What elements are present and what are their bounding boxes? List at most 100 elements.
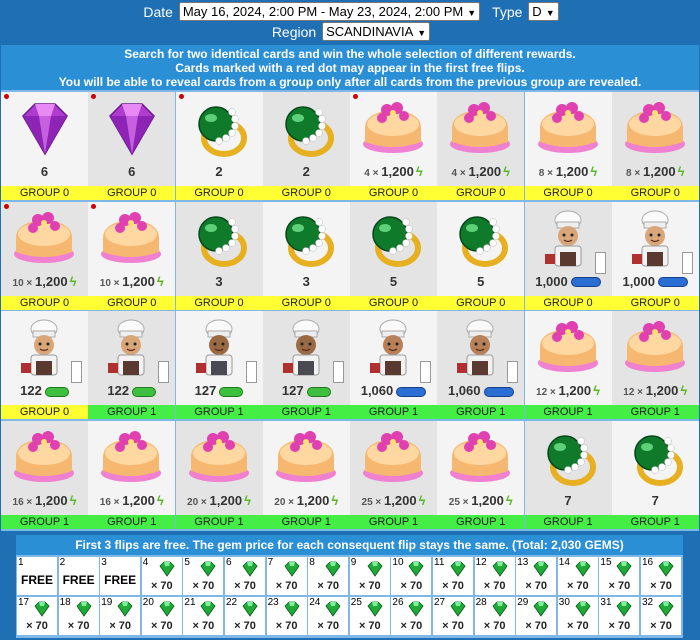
card-group-label: GROUP 1 xyxy=(262,514,350,529)
flip-slot: 30 × 70 xyxy=(557,597,598,635)
flip-cost: × 70 xyxy=(483,580,506,592)
card-multiplier: 20 × xyxy=(187,496,210,508)
flip-cost: × 70 xyxy=(109,620,132,632)
chevron-down-icon: ▼ xyxy=(545,8,555,18)
energy-bolt-icon: ϟ xyxy=(69,273,77,289)
reward-card[interactable]: 1,060 GROUP 1 xyxy=(350,311,437,419)
reward-card[interactable]: 6 GROUP 0 xyxy=(88,92,176,200)
cake-icon xyxy=(273,427,340,487)
green-gem-icon xyxy=(323,601,343,617)
flip-cost: × 70 xyxy=(525,620,548,632)
flip-number: 4 xyxy=(142,557,149,568)
reward-card[interactable]: 10 × 1,200 ϟ GROUP 0 xyxy=(1,201,88,310)
red-dot-marker xyxy=(353,94,358,99)
card-value: 5 xyxy=(477,273,485,289)
reward-card[interactable]: 6 GROUP 0 xyxy=(1,92,88,200)
reward-card[interactable]: 4 × 1,200 ϟ GROUP 0 xyxy=(350,92,437,200)
flip-number: 24 xyxy=(309,597,321,608)
flip-cost: × 70 xyxy=(150,580,173,592)
reward-card[interactable]: 8 × 1,200 ϟ GROUP 0 xyxy=(611,92,699,200)
reward-card[interactable]: 2 GROUP 0 xyxy=(175,92,263,200)
reward-card[interactable]: 122 GROUP 0 xyxy=(1,311,88,419)
reward-card[interactable]: 10 × 1,200 ϟ GROUP 0 xyxy=(88,201,176,310)
reward-card[interactable]: 1,000 GROUP 0 xyxy=(611,201,699,310)
flip-slot: 8 × 70 xyxy=(308,557,349,595)
chef-m-icon xyxy=(447,317,514,377)
card-amount: 7 xyxy=(525,493,612,508)
flip-slot: 27 × 70 xyxy=(433,597,473,635)
chef-icon xyxy=(622,208,689,268)
reward-card[interactable]: 16 × 1,200 ϟ GROUP 1 xyxy=(88,420,176,529)
cake-icon xyxy=(360,427,427,487)
energy-bolt-icon: ϟ xyxy=(156,492,164,508)
cake-icon xyxy=(535,98,602,158)
reward-card[interactable]: 12 × 1,200 ϟ GROUP 1 xyxy=(524,311,612,419)
card-amount: 16 × 1,200 ϟ xyxy=(88,493,175,508)
reward-card[interactable]: 3 GROUP 0 xyxy=(262,201,350,310)
flip-number: 28 xyxy=(475,597,487,608)
reward-card[interactable]: 7 GROUP 1 xyxy=(524,420,612,529)
flip-slot: 25 × 70 xyxy=(349,597,390,635)
reward-card[interactable]: 127 GROUP 1 xyxy=(262,311,350,419)
green-gem-icon xyxy=(448,561,468,577)
card-value: 1,200 xyxy=(643,164,676,179)
card-value: 127 xyxy=(194,383,217,398)
reward-card[interactable]: 20 × 1,200 ϟ GROUP 1 xyxy=(175,420,263,529)
energy-bolt-icon: ϟ xyxy=(590,164,598,179)
card-amount: 8 × 1,200 ϟ xyxy=(525,164,612,179)
card-group-label: GROUP 1 xyxy=(175,405,263,419)
reward-card[interactable]: 122 GROUP 1 xyxy=(88,311,176,419)
reward-card[interactable]: 1,060 GROUP 1 xyxy=(437,311,525,419)
card-amount: 1,060 xyxy=(350,383,437,398)
card-value: 6 xyxy=(128,164,136,179)
reward-card[interactable]: 7 GROUP 1 xyxy=(611,420,699,529)
region-select[interactable]: SCANDINAVIA ▼ xyxy=(322,22,431,41)
flip-cost: × 70 xyxy=(192,620,215,632)
reward-card[interactable]: 16 × 1,200 ϟ GROUP 1 xyxy=(1,420,88,529)
green-pill-icon xyxy=(44,386,69,397)
flip-cost: × 70 xyxy=(483,620,506,632)
flip-slot: 15 × 70 xyxy=(599,557,640,595)
reward-card[interactable]: 127 GROUP 1 xyxy=(175,311,263,419)
green-gem-icon xyxy=(406,561,426,577)
flip-number: 32 xyxy=(642,597,654,608)
flip-slot: 22 × 70 xyxy=(225,597,265,635)
green-gem-icon xyxy=(490,601,510,617)
card-amount: 25 × 1,200 ϟ xyxy=(437,493,524,508)
cake-icon xyxy=(622,98,689,158)
card-group-label: GROUP 1 xyxy=(88,405,176,419)
card-value: 1,200 xyxy=(558,383,592,398)
flip-cost: × 70 xyxy=(650,620,672,632)
reward-card[interactable]: 3 GROUP 0 xyxy=(175,201,263,310)
reward-card[interactable]: 5 GROUP 0 xyxy=(437,201,525,310)
green-pill-icon xyxy=(306,386,331,397)
flip-cost: × 70 xyxy=(317,580,340,592)
green-ring-icon xyxy=(447,208,514,268)
green-gem-icon xyxy=(531,561,551,577)
reward-card[interactable]: 8 × 1,200 ϟ GROUP 0 xyxy=(524,92,612,200)
card-amount: 8 × 1,200 ϟ xyxy=(612,164,699,179)
flip-cost: × 70 xyxy=(650,580,672,592)
flip-number: 26 xyxy=(392,597,404,608)
flip-slot: 9 × 70 xyxy=(349,557,390,595)
card-amount: 5 xyxy=(350,274,437,289)
reward-card[interactable]: 20 × 1,200 ϟ GROUP 1 xyxy=(262,420,350,529)
reward-card[interactable]: 2 GROUP 0 xyxy=(262,92,350,200)
reward-card[interactable]: 12 × 1,200 ϟ GROUP 1 xyxy=(611,311,699,419)
reward-card[interactable]: 25 × 1,200 ϟ GROUP 1 xyxy=(437,420,525,529)
flip-number: 19 xyxy=(101,597,113,608)
date-select[interactable]: May 16, 2024, 2:00 PM - May 23, 2024, 2:… xyxy=(178,2,481,21)
card-group-label: GROUP 0 xyxy=(262,295,350,310)
reward-card[interactable]: 5 GROUP 0 xyxy=(350,201,437,310)
energy-bolt-icon: ϟ xyxy=(418,492,426,508)
cake-icon xyxy=(98,427,165,487)
chef-icon xyxy=(11,317,78,377)
type-select[interactable]: D ▼ xyxy=(528,2,559,21)
reward-card[interactable]: 4 × 1,200 ϟ GROUP 0 xyxy=(437,92,525,200)
reward-card[interactable]: 1,000 GROUP 0 xyxy=(524,201,612,310)
date-label: Date xyxy=(143,3,173,20)
cake-icon xyxy=(535,317,602,377)
card-value: 1,200 xyxy=(296,492,330,508)
flip-number: 2 xyxy=(59,557,66,568)
reward-card[interactable]: 25 × 1,200 ϟ GROUP 1 xyxy=(350,420,437,529)
